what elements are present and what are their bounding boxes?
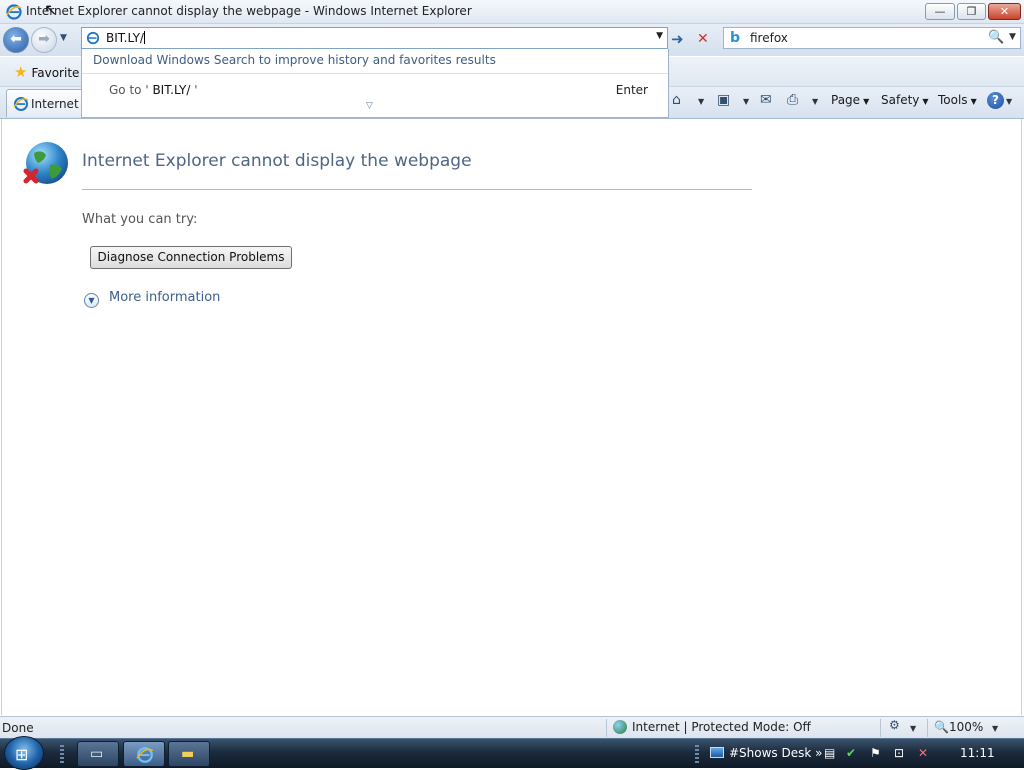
forward-button[interactable]: ➡ [31,27,57,53]
zoom-dropdown[interactable]: ▼ [992,724,998,733]
back-button[interactable]: ⬅ [3,27,29,53]
zoom-level: 100% [948,720,984,734]
page-title: Internet Explorer cannot display the web… [82,151,472,171]
maximize-button[interactable]: ❐ [957,3,986,20]
monitor-icon [710,747,724,758]
taskbar: ⊞ ▭ ▬ #Shows Desk » ▤ ✔ ⚑ ⊡ ✕ 11:11 [0,736,1024,770]
help-dropdown[interactable]: ▼ [1006,97,1012,106]
page-menu-label: Page [831,93,861,107]
popup-blocker-icon[interactable]: ⚙ [889,718,900,732]
tools-menu-button[interactable]: Tools ▼ [938,93,977,107]
address-input[interactable]: BIT.LY/ [106,31,144,45]
zoom-level-button[interactable]: 🔍100% [934,720,983,734]
taskbar-ie-button[interactable] [123,741,165,767]
print-icon[interactable]: ⎙ [787,92,798,108]
chevron-down-icon: ▼ [922,97,929,106]
desktop-icon: ▭ [90,746,104,762]
security-zone[interactable]: Internet | Protected Mode: Off [613,720,811,734]
action-center-flag-icon[interactable]: ⚑ [870,746,881,760]
favorites-star-icon: ★ [14,63,28,81]
enter-hint: Enter [615,83,648,97]
window-title: Internet Explorer cannot display the web… [26,4,472,18]
bing-icon: b [730,30,741,46]
home-dropdown[interactable]: ▼ [698,97,704,106]
globe-error-icon [23,142,68,184]
expand-circle-icon: ▼ [84,293,99,308]
ie-icon [86,31,100,45]
go-arrow-icon[interactable]: ➜ [671,30,689,48]
minimize-button[interactable]: — [925,3,955,20]
expand-dropdown-chevron-icon[interactable]: ▽ [366,101,373,111]
mouse-cursor-icon: ↖ [44,0,58,19]
search-box[interactable]: b firefox 🔍 ▼ [723,27,1021,49]
start-button[interactable]: ⊞ [4,736,44,770]
chevron-right-icon: » [811,746,823,760]
safety-menu-label: Safety [881,93,920,107]
taskbar-grip[interactable] [60,745,64,763]
what-you-can-try-label: What you can try: [82,212,198,227]
show-desktop-toolbar[interactable]: #Shows Desk » [710,746,822,760]
print-dropdown[interactable]: ▼ [812,97,818,106]
globe-icon [613,720,627,734]
page-content [1,119,1022,715]
home-icon[interactable]: ⌂ [672,92,681,108]
windows-logo-icon: ⊞ [15,745,29,764]
goto-prefix: Go to ' [109,83,149,97]
taskbar-grip[interactable] [695,745,699,763]
zoom-icon: 🔍 [934,720,949,734]
goto-suffix: ' [194,83,198,97]
divider [927,719,928,737]
ie-icon [13,97,29,111]
show-desktop-button[interactable]: ▭ [77,741,119,767]
address-autocomplete-dropdown: Download Windows Search to improve histo… [81,49,669,118]
divider [880,719,881,737]
recent-pages-dropdown[interactable]: ▼ [60,33,67,43]
read-mail-icon[interactable]: ✉ [760,92,772,108]
help-icon[interactable]: ? [987,92,1004,109]
chevron-down-icon: ▼ [970,97,977,106]
goto-url: BIT.LY/ [152,83,191,97]
ie-icon [6,4,22,20]
favorites-label: Favorite [31,66,80,80]
favorites-button[interactable]: ★ Favorite [14,63,79,81]
network-icon[interactable]: ⊡ [894,746,904,760]
security-shield-icon[interactable]: ✔ [846,746,856,760]
folder-icon: ▬ [181,746,195,762]
address-bar[interactable]: BIT.LY/ ▼ [81,27,668,49]
status-text: Done [2,721,34,735]
back-arrow-icon: ⬅ [10,31,22,47]
more-information-label: More information [109,290,221,305]
text-caret [143,31,145,44]
goto-suggestion[interactable]: Go to ' BIT.LY/ ' [109,83,198,97]
feeds-dropdown[interactable]: ▼ [743,97,749,106]
search-input[interactable]: firefox [750,31,788,45]
close-button[interactable]: ✕ [988,3,1021,20]
divider [606,719,607,737]
ie-icon [136,747,154,763]
security-zone-label: Internet | Protected Mode: Off [632,720,811,734]
search-icon[interactable]: 🔍 [988,30,1004,45]
diagnose-connection-problems-button[interactable]: Diagnose Connection Problems [90,246,292,269]
more-information-link[interactable]: ▼ More information [84,290,220,308]
document-icon[interactable]: ▤ [824,746,835,760]
volume-muted-icon[interactable]: ✕ [918,746,928,760]
divider [82,73,668,74]
divider [82,189,752,190]
page-menu-button[interactable]: Page ▼ [831,93,869,107]
rss-feeds-icon[interactable]: ▣ [717,92,730,108]
popup-dropdown[interactable]: ▼ [910,724,916,733]
windows-search-link[interactable]: Download Windows Search to improve histo… [93,53,496,67]
forward-arrow-icon: ➡ [38,31,50,47]
safety-menu-button[interactable]: Safety ▼ [881,93,929,107]
chevron-down-icon: ▼ [863,97,870,106]
status-bar: Done Internet | Protected Mode: Off ⚙ ▼ … [0,716,1024,738]
desk-label: #Shows Desk [729,746,812,760]
taskbar-explorer-button[interactable]: ▬ [168,741,210,767]
tools-menu-label: Tools [938,93,968,107]
address-dropdown-button[interactable]: ▼ [656,31,663,41]
clock[interactable]: 11:11 [960,746,995,760]
search-options-dropdown[interactable]: ▼ [1009,32,1016,42]
stop-icon[interactable]: ✕ [697,30,715,48]
title-bar: Internet Explorer cannot display the web… [0,0,1024,24]
